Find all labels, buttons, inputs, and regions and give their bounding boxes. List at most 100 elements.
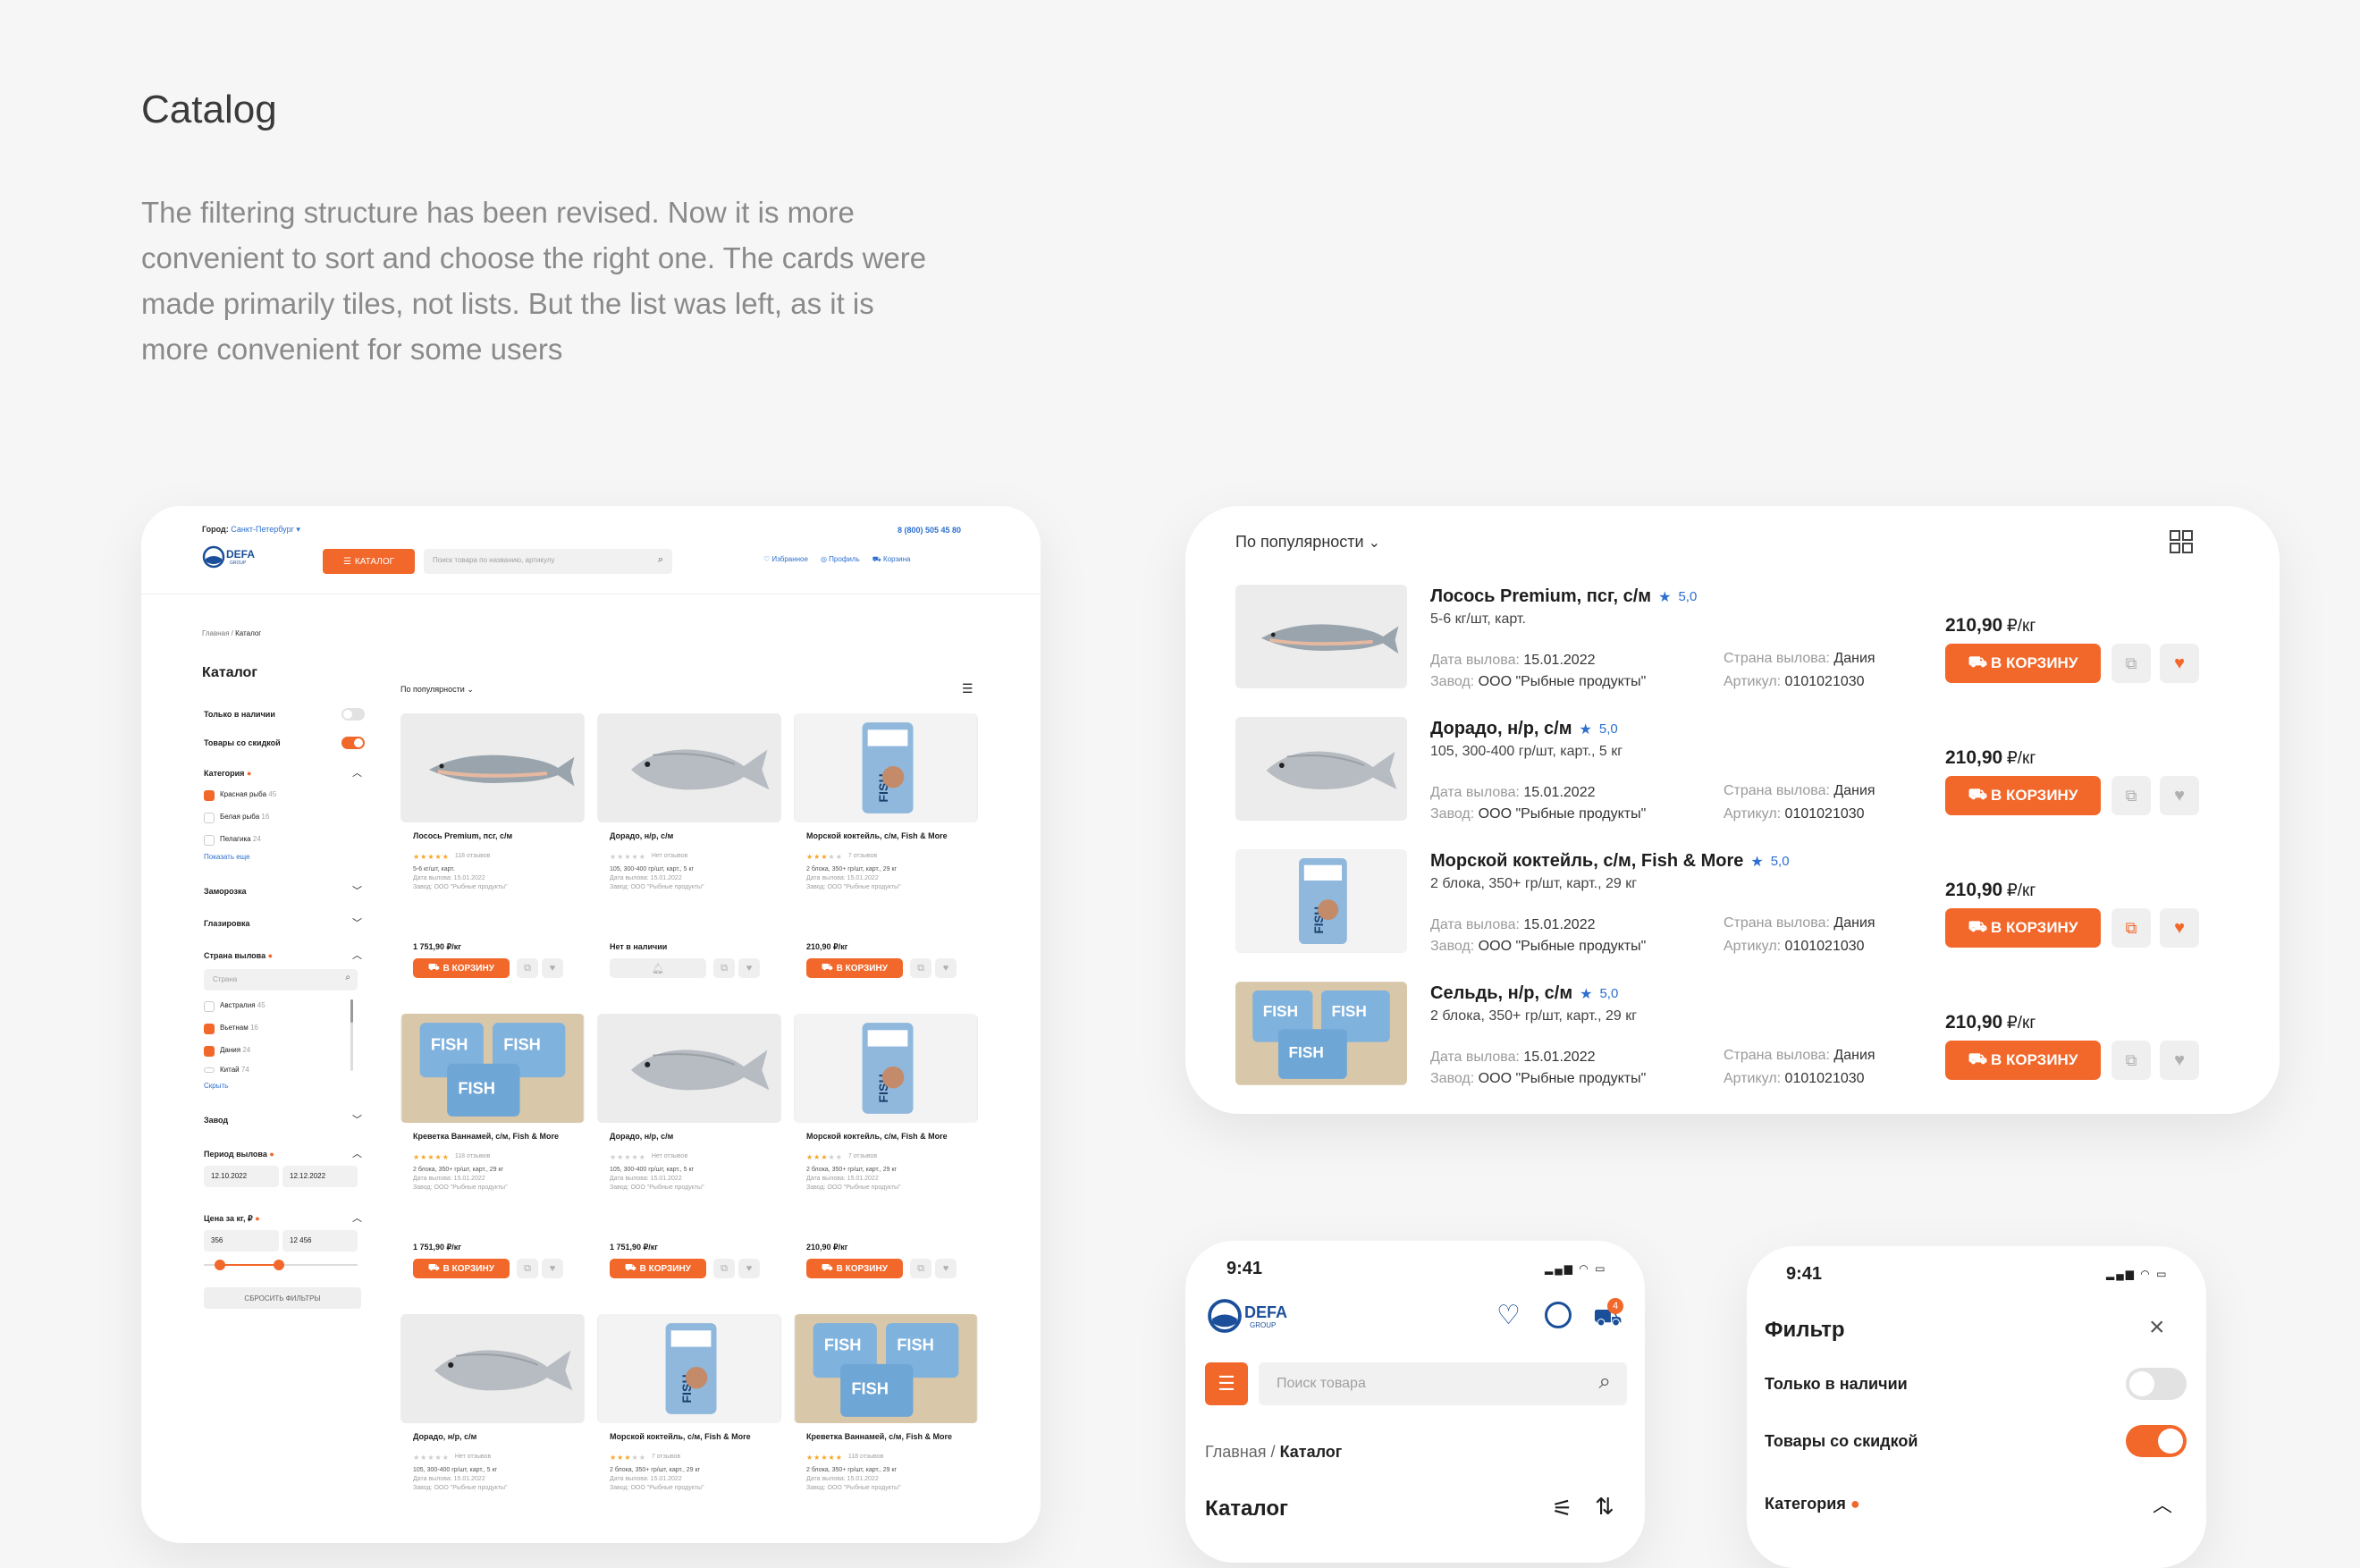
favorite-button[interactable]: ♥ (2160, 776, 2199, 815)
profile-link[interactable]: ◎ Профиль (821, 555, 860, 564)
compare-button[interactable]: ⧉ (2111, 776, 2151, 815)
product-name[interactable]: Креветка Ваннамей, с/м, Fish & More (806, 1432, 976, 1442)
close-icon[interactable]: × (2149, 1312, 2165, 1343)
product-name[interactable]: Дорадо, н/р, с/м (413, 1432, 583, 1442)
filter-glazing-label[interactable]: Глазировка (204, 919, 250, 928)
list-view-icon[interactable]: ☰ (962, 681, 974, 696)
compare-button[interactable]: ⧉ (517, 1259, 538, 1278)
list-sort-dropdown[interactable]: По популярности ⌄ (1235, 533, 1380, 552)
add-to-cart-button[interactable]: ⛟ В КОРЗИНУ (610, 1259, 706, 1278)
add-to-cart-button[interactable]: ⛟ В КОРЗИНУ (413, 958, 510, 978)
product-card[interactable]: Дорадо, н/р, с/м ★★★★★ Нет отзывов 105, 3… (400, 1314, 585, 1543)
compare-button[interactable]: ⧉ (713, 958, 735, 978)
filter-factory-label[interactable]: Завод (204, 1116, 228, 1125)
discount-toggle[interactable] (2126, 1425, 2187, 1457)
favorite-button[interactable]: ♥ (738, 1259, 760, 1278)
product-name[interactable]: Дорадо, н/р, с/м (610, 1132, 780, 1142)
search-icon[interactable]: ⌕ (658, 554, 663, 566)
add-to-cart-button[interactable]: ⛟ В КОРЗИНУ (413, 1259, 510, 1278)
add-to-cart-button[interactable]: ⛟ В КОРЗИНУ (806, 958, 903, 978)
chevron-down-icon[interactable]: ﹀ (352, 883, 362, 898)
product-card[interactable]: Дорадо, н/р, с/м ★★★★★ Нет отзывов 105, 3… (597, 1014, 781, 1300)
product-image[interactable] (597, 1014, 781, 1123)
compare-button[interactable]: ⧉ (910, 958, 931, 978)
mobile-logo[interactable]: DEFA GROUP (1207, 1298, 1305, 1337)
product-image[interactable] (597, 713, 781, 822)
price-range-min-handle[interactable] (215, 1260, 225, 1270)
favorites-link[interactable]: ♡ Избранное (763, 555, 808, 564)
notify-button[interactable]: 🔔︎ (610, 958, 706, 978)
product-name[interactable]: Морской коктейль, с/м, Fish & More (806, 1132, 976, 1142)
list-row[interactable]: FISH FISH FISH Сельдь, н/р, с/м ★ 5,0 2 бл… (1185, 982, 2280, 1114)
menu-button[interactable]: ☰ (1205, 1362, 1248, 1405)
search-icon[interactable]: ⌕ (1599, 1370, 1611, 1395)
product-card[interactable]: FISH FISH FISH Креветка Ваннамей, с/м, Fis… (400, 1014, 585, 1300)
product-image[interactable]: FISH (1235, 849, 1407, 953)
product-name[interactable]: Дорадо, н/р, с/м (610, 831, 780, 841)
list-row[interactable]: Дорадо, н/р, с/м ★ 5,0 105, 300-400 гр/ш… (1185, 717, 2280, 849)
favorite-button[interactable]: ♥ (542, 958, 563, 978)
add-to-cart-button[interactable]: ⛟ В КОРЗИНУ (1945, 1041, 2101, 1080)
favorite-button[interactable]: ♥ (2160, 908, 2199, 948)
product-card[interactable]: FISH Морской коктейль, с/м, Fish & More … (597, 1314, 781, 1543)
product-card[interactable]: Лосось Premium, псг, с/м ★★★★★ 118 отзыво… (400, 713, 585, 999)
favorite-button[interactable]: ♥ (935, 1259, 957, 1278)
favorite-button[interactable]: ♥ (2160, 1041, 2199, 1080)
in-stock-toggle[interactable] (2126, 1368, 2187, 1400)
compare-button[interactable]: ⧉ (2111, 1041, 2151, 1080)
in-stock-toggle[interactable] (341, 708, 365, 721)
country-checkbox-3[interactable] (204, 1067, 215, 1073)
city-selector[interactable]: Город: Санкт-Петербург ▾ (202, 525, 300, 535)
filter-country-header[interactable]: Страна вылова ● (204, 951, 273, 960)
price-range-max-handle[interactable] (274, 1260, 284, 1270)
product-image[interactable] (400, 713, 585, 822)
product-image[interactable] (1235, 717, 1407, 821)
compare-button[interactable]: ⧉ (910, 1259, 931, 1278)
country-scrollbar[interactable] (350, 999, 353, 1071)
country-search-input[interactable]: Страна ⌕ (204, 969, 358, 991)
product-card[interactable]: FISH Морской коктейль, с/м, Fish & More … (794, 1014, 978, 1300)
catalog-button[interactable]: ☰ КАТАЛОГ (323, 549, 415, 574)
sort-icon[interactable]: ⇅ (1595, 1493, 1614, 1521)
add-to-cart-button[interactable]: ⛟ В КОРЗИНУ (1945, 908, 2101, 948)
price-from-input[interactable]: 356 (204, 1230, 279, 1252)
add-to-cart-button[interactable]: ⛟ В КОРЗИНУ (1945, 776, 2101, 815)
category-checkbox-2[interactable] (204, 835, 215, 846)
user-icon[interactable] (1545, 1302, 1572, 1328)
product-name[interactable]: Морской коктейль, с/м, Fish & More (1430, 851, 1743, 872)
add-to-cart-button[interactable]: ⛟ В КОРЗИНУ (1945, 644, 2101, 683)
country-checkbox-2[interactable] (204, 1046, 215, 1057)
product-image[interactable]: FISH (794, 1014, 978, 1123)
filter-price-header[interactable]: Цена за кг, ₽ ● (204, 1214, 260, 1224)
discount-toggle[interactable] (341, 737, 365, 749)
product-image[interactable]: FISH FISH FISH (400, 1014, 585, 1123)
product-name[interactable]: Креветка Ваннамей, с/м, Fish & More (413, 1132, 583, 1142)
show-more-link[interactable]: Показать еще (204, 853, 250, 861)
country-checkbox-1[interactable] (204, 1024, 215, 1034)
compare-button[interactable]: ⧉ (2111, 644, 2151, 683)
product-image[interactable]: FISH (597, 1314, 781, 1423)
product-image[interactable] (1235, 585, 1407, 688)
chevron-up-icon[interactable]: ︿ (352, 948, 362, 962)
product-image[interactable] (400, 1314, 585, 1423)
chevron-up-icon[interactable]: ︿ (2153, 1489, 2172, 1518)
product-image[interactable]: FISH FISH FISH (794, 1314, 978, 1423)
search-input[interactable]: Поиск товара по названию, артикулу ⌕ (424, 549, 672, 574)
phone-number[interactable]: 8 (800) 505 45 80 (898, 526, 961, 535)
add-to-cart-button[interactable]: ⛟ В КОРЗИНУ (806, 1259, 903, 1278)
sort-dropdown[interactable]: По популярности ⌄ (400, 685, 474, 695)
filter-icon[interactable]: ⚟ (1552, 1495, 1572, 1522)
chevron-up-icon[interactable]: ︿ (352, 765, 362, 780)
product-name[interactable]: Сельдь, н/р, с/м (1430, 983, 1572, 1004)
chevron-up-icon[interactable]: ︿ (352, 1210, 362, 1225)
date-to-input[interactable]: 12.12.2022 (282, 1166, 358, 1187)
chevron-up-icon[interactable]: ︿ (352, 1146, 362, 1160)
breadcrumb-home[interactable]: Главная (202, 629, 229, 637)
hide-link[interactable]: Скрыть (204, 1082, 228, 1090)
favorite-button[interactable]: ♥ (738, 958, 760, 978)
compare-button[interactable]: ⧉ (713, 1259, 735, 1278)
favorite-button[interactable]: ♥ (542, 1259, 563, 1278)
breadcrumb-home[interactable]: Главная (1205, 1443, 1267, 1461)
filter-period-header[interactable]: Период вылова ● (204, 1150, 274, 1159)
logo[interactable]: DEFA GROUP (202, 545, 265, 569)
